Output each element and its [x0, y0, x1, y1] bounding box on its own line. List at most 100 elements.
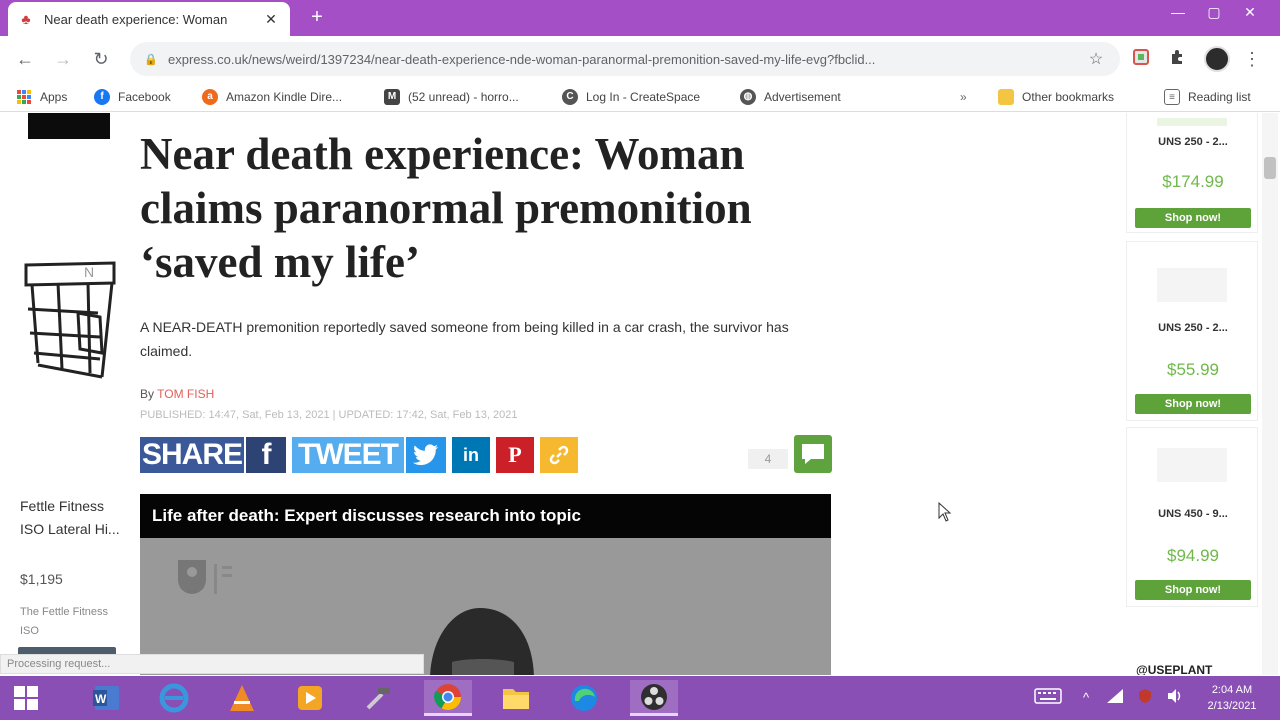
amazon-icon: a — [202, 89, 218, 105]
product-card[interactable]: UNS 250 - 2... $174.99 Shop now! — [1126, 113, 1258, 233]
pinterest-icon: P — [508, 442, 522, 467]
back-button[interactable]: ← — [12, 46, 38, 72]
bookmark-label: Reading list — [1188, 90, 1251, 104]
bookmark-facebook[interactable]: f Facebook — [94, 88, 171, 106]
bookmark-label: Apps — [40, 90, 68, 104]
pinterest-share-button[interactable]: P — [496, 437, 534, 473]
extension-icon[interactable] — [1130, 48, 1152, 70]
edge-icon[interactable] — [560, 680, 608, 716]
shop-now-button[interactable]: Shop now! — [1135, 580, 1251, 600]
show-hidden-icons-button[interactable]: ^ — [1076, 688, 1096, 708]
video-title: Life after death: Expert discusses resea… — [140, 494, 831, 538]
bookmark-label: Log In - CreateSpace — [586, 90, 701, 104]
product-card[interactable]: UNS 450 - 9... $94.99 Shop now! — [1126, 427, 1258, 607]
bookmarks-overflow-button[interactable]: » — [960, 88, 967, 106]
svg-text:W: W — [95, 692, 107, 706]
tab-close-icon[interactable]: ✕ — [262, 11, 280, 28]
minimize-button[interactable]: — — [1160, 0, 1196, 24]
vlc-icon[interactable] — [218, 680, 266, 716]
file-explorer-icon[interactable] — [492, 680, 540, 716]
facebook-icon[interactable]: f — [246, 437, 286, 473]
mouse-pointer-icon — [938, 502, 952, 522]
maximize-button[interactable]: ▢ — [1196, 0, 1232, 24]
folder-icon — [998, 89, 1014, 105]
comment-count[interactable]: 4 — [748, 449, 788, 469]
facebook-share-button[interactable]: SHARE — [140, 437, 244, 473]
product-price: $94.99 — [1167, 546, 1219, 565]
edge-legacy-icon[interactable] — [150, 680, 198, 716]
linkedin-icon: in — [463, 444, 479, 465]
bookmark-apps[interactable]: Apps — [16, 88, 67, 106]
bookmark-other[interactable]: Other bookmarks — [998, 88, 1114, 106]
createspace-icon: C — [562, 89, 578, 105]
share-label: SHARE — [141, 438, 243, 471]
comments-button[interactable] — [794, 435, 832, 473]
url-text[interactable]: express.co.uk/news/weird/1397234/near-de… — [168, 52, 1086, 67]
forward-button[interactable]: → — [50, 46, 76, 72]
tab-strip: ♣ Near death experience: Woman ✕ + — ▢ ✕ — [0, 0, 1280, 36]
browser-tab[interactable]: ♣ Near death experience: Woman ✕ — [8, 2, 290, 36]
bookmark-mail[interactable]: M (52 unread) - horro... — [384, 88, 519, 106]
article-byline: By TOM FISH — [140, 387, 214, 401]
bookmark-amazon-kindle[interactable]: a Amazon Kindle Dire... — [202, 88, 342, 106]
rail-footer-text: @USEPLANT — [1136, 663, 1213, 675]
obs-icon[interactable] — [630, 680, 678, 716]
shop-now-button[interactable]: Shop now! — [1135, 394, 1251, 414]
left-advert[interactable]: N Fettle Fitness ISO Lateral Hi... $1,19… — [0, 113, 130, 675]
byline-prefix: By — [140, 387, 158, 401]
tab-title: Near death experience: Woman — [44, 11, 228, 27]
bookmark-label: Other bookmarks — [1022, 90, 1115, 104]
linkedin-share-button[interactable]: in — [452, 437, 490, 473]
chrome-icon[interactable] — [424, 680, 472, 716]
author-link[interactable]: TOM FISH — [157, 387, 214, 401]
product-name: UNS 250 - 2... — [1158, 136, 1228, 148]
article-headline: Near death experience: Woman claims para… — [140, 129, 752, 287]
profile-avatar[interactable] — [1204, 46, 1230, 72]
product-price: $174.99 — [1162, 172, 1224, 191]
antivirus-icon[interactable] — [1134, 688, 1156, 708]
bookmark-reading-list[interactable]: ≡ Reading list — [1164, 88, 1251, 106]
start-icon[interactable] — [8, 682, 44, 714]
svg-text:N: N — [84, 264, 94, 280]
reload-button[interactable]: ↻ — [88, 46, 114, 72]
media-player-icon[interactable] — [286, 680, 334, 716]
product-price: $55.99 — [1167, 360, 1219, 379]
twitter-bird-icon[interactable] — [406, 437, 446, 473]
system-clock[interactable]: 2:04 AM 2/13/2021 — [1196, 682, 1268, 714]
advert-product-name[interactable]: Fettle Fitness ISO Lateral Hi... — [20, 495, 125, 541]
browser-toolbar: ← → ↻ 🔒 express.co.uk/news/weird/1397234… — [0, 36, 1280, 82]
chrome-menu-icon[interactable]: ⋮ — [1242, 46, 1262, 72]
publish-date: PUBLISHED: 14:47, Sat, Feb 13, 2021 | UP… — [140, 409, 518, 421]
bookmark-label: Amazon Kindle Dire... — [226, 90, 343, 104]
facebook-icon: f — [94, 89, 110, 105]
bookmark-advertisement[interactable]: ◍ Advertisement — [740, 88, 841, 106]
shop-now-button[interactable]: Shop now! — [1135, 208, 1251, 228]
copy-link-button[interactable] — [540, 437, 578, 473]
link-icon — [549, 445, 569, 465]
bookmark-label: Advertisement — [764, 90, 841, 104]
right-rail-ads: UNS 250 - 2... $174.99 Shop now! UNS 250… — [1126, 113, 1258, 675]
close-window-button[interactable]: ✕ — [1232, 0, 1268, 24]
advert-description: The Fettle Fitness ISO — [20, 606, 109, 637]
open-university-logo-icon — [178, 560, 232, 594]
mail-icon: M — [384, 89, 400, 105]
new-tab-button[interactable]: + — [306, 6, 328, 28]
status-bar: Processing request... — [0, 654, 424, 674]
scrollbar-thumb[interactable] — [1264, 157, 1276, 179]
volume-icon[interactable] — [1164, 688, 1186, 708]
address-bar[interactable]: 🔒 express.co.uk/news/weird/1397234/near-… — [130, 42, 1120, 76]
word-icon[interactable]: W — [82, 680, 130, 716]
video-player[interactable]: Life after death: Expert discusses resea… — [140, 494, 831, 675]
bookmark-star-icon[interactable]: ☆ — [1086, 49, 1106, 69]
bookmark-createspace[interactable]: C Log In - CreateSpace — [562, 88, 700, 106]
extensions-puzzle-icon[interactable] — [1166, 48, 1188, 70]
product-name: UNS 450 - 9... — [1158, 508, 1228, 520]
keyboard-icon[interactable] — [1032, 688, 1064, 708]
product-card[interactable]: UNS 250 - 2... $55.99 Shop now! — [1126, 241, 1258, 421]
express-favicon-icon: ♣ — [21, 11, 31, 27]
network-icon[interactable] — [1104, 688, 1126, 708]
scrollbar-track[interactable] — [1262, 113, 1278, 675]
tools-icon[interactable] — [354, 680, 402, 716]
reading-list-icon: ≡ — [1164, 89, 1180, 105]
twitter-share-button[interactable]: TWEET — [292, 437, 404, 473]
